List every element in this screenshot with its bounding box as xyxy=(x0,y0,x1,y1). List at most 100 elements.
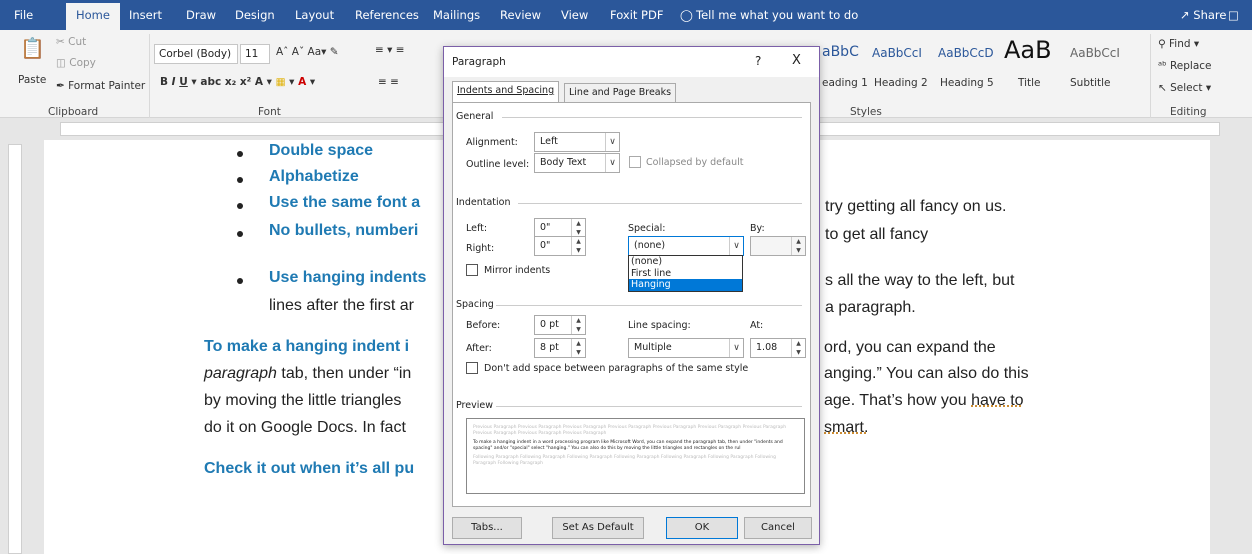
tab-indents-and-spacing[interactable]: Indents and Spacing xyxy=(452,81,560,103)
tabs-button[interactable]: Tabs... xyxy=(452,517,522,539)
tab-review[interactable]: Review xyxy=(500,0,541,30)
comments-icon[interactable]: □ xyxy=(1228,0,1239,30)
text-run: by moving the little triangles xyxy=(204,392,402,409)
grow-font-button[interactable]: Aˆ Aˇ Aa▾ ✎ xyxy=(276,46,339,58)
left-indent-input[interactable]: 0" ▲ ▼ xyxy=(534,218,586,238)
select-button[interactable]: ↖ Select ▾ xyxy=(1158,82,1211,94)
tab-insert[interactable]: Insert xyxy=(129,0,162,30)
spinner-icon[interactable]: ▲ ▼ xyxy=(571,339,585,357)
dialog-title: Paragraph xyxy=(452,56,506,68)
cut-button[interactable]: ✂ Cut xyxy=(56,36,86,48)
ok-button[interactable]: OK xyxy=(666,517,738,539)
spinner-icon[interactable]: ▲ ▼ xyxy=(571,316,585,334)
text-run: a paragraph. xyxy=(825,299,916,316)
paragraph-dialog: Paragraph ? X Indents and Spacing Line a… xyxy=(443,46,820,545)
format-painter-button[interactable]: ✒ Format Painter xyxy=(56,80,145,92)
preview-pane: Previous Paragraph Previous Paragraph Pr… xyxy=(466,418,805,494)
tab-design[interactable]: Design xyxy=(235,0,275,30)
text-run: to get all fancy xyxy=(825,226,929,243)
set-as-default-button[interactable]: Set As Default xyxy=(552,517,644,539)
dialog-titlebar: Paragraph ? X xyxy=(444,47,819,77)
text-run: lines after the first ar xyxy=(269,297,414,314)
brush-icon: ✒ xyxy=(56,80,69,92)
divider xyxy=(496,305,802,306)
outline-level-select[interactable]: Body Text ∨ xyxy=(534,153,620,173)
paste-icon[interactable]: 📋 xyxy=(20,36,45,60)
scissors-icon: ✂ xyxy=(56,36,69,48)
spinner-icon[interactable]: ▲ ▼ xyxy=(791,339,805,357)
style-heading5-sample[interactable]: AaBbCcD xyxy=(938,46,994,60)
alignment-select[interactable]: Left ∨ xyxy=(534,132,620,152)
line-spacing-select[interactable]: Multiple ∨ xyxy=(628,338,744,358)
divider xyxy=(1150,34,1151,118)
copy-icon: ◫ xyxy=(56,57,70,69)
after-input[interactable]: 8 pt ▲ ▼ xyxy=(534,338,586,358)
dropdown-option-none[interactable]: (none) xyxy=(629,256,742,268)
tell-me-box[interactable]: Tell me what you want to do xyxy=(696,0,858,30)
style-heading2-sample[interactable]: AaBbCcI xyxy=(872,46,922,60)
dropdown-option-hanging[interactable]: Hanging xyxy=(629,279,742,291)
bullet-item: Alphabetize xyxy=(269,168,359,185)
style-heading1-sample[interactable]: aBbC xyxy=(822,44,859,60)
style-heading1-name: eading 1 xyxy=(822,77,868,89)
cancel-button[interactable]: Cancel xyxy=(744,517,812,539)
tab-file[interactable]: File xyxy=(14,0,33,30)
tab-mailings[interactable]: Mailings xyxy=(433,0,480,30)
ribbon-tab-bar: File Home Insert Draw Design Layout Refe… xyxy=(0,0,1252,30)
bullets-button[interactable]: ≡ ▾ ≡ xyxy=(375,44,405,56)
right-indent-label: Right: xyxy=(466,243,495,254)
text-run: ord, you can expand the xyxy=(824,339,996,356)
before-label: Before: xyxy=(466,320,501,331)
collapsed-label: Collapsed by default xyxy=(646,157,744,168)
text-run: s all the way to the left, but xyxy=(825,272,1015,289)
outline-level-label: Outline level: xyxy=(466,159,530,170)
dont-add-space-checkbox[interactable] xyxy=(466,362,478,374)
special-label: Special: xyxy=(628,223,666,234)
bullet-item: Use hanging indents xyxy=(269,269,427,286)
collapsed-checkbox[interactable] xyxy=(629,156,641,168)
style-title-sample[interactable]: AaB xyxy=(1004,36,1052,64)
tab-home[interactable]: Home xyxy=(66,3,120,30)
replace-button[interactable]: ᵃᵇ Replace xyxy=(1158,60,1212,72)
tab-references[interactable]: References xyxy=(355,0,419,30)
spinner-icon[interactable]: ▲ ▼ xyxy=(571,219,585,237)
close-icon[interactable]: X xyxy=(792,53,801,68)
spinner-icon[interactable]: ▲ ▼ xyxy=(571,237,585,255)
mirror-indents-checkbox[interactable] xyxy=(466,264,478,276)
align-left-button[interactable]: ≡ ≡ xyxy=(378,76,399,88)
font-format-buttons[interactable]: B I U ▾ abc x₂ x² A ▾ ▦ ▾ A ▾ xyxy=(160,76,315,88)
alignment-label: Alignment: xyxy=(466,137,518,148)
chevron-down-icon: ∨ xyxy=(605,133,619,151)
cursor-icon: ↖ xyxy=(1158,82,1171,94)
right-indent-input[interactable]: 0" ▲ ▼ xyxy=(534,236,586,256)
spinner-icon[interactable]: ▲ ▼ xyxy=(791,237,805,255)
help-button[interactable]: ? xyxy=(755,54,761,68)
font-size-select[interactable]: 11 xyxy=(240,44,270,64)
style-subtitle-sample[interactable]: AaBbCcI xyxy=(1070,46,1120,60)
tab-view[interactable]: View xyxy=(561,0,588,30)
left-indent-label: Left: xyxy=(466,223,488,234)
paste-button[interactable]: Paste xyxy=(18,74,46,86)
vertical-scrollbar[interactable] xyxy=(1236,118,1252,554)
before-input[interactable]: 0 pt ▲ ▼ xyxy=(534,315,586,335)
special-select[interactable]: (none) ∨ xyxy=(628,236,744,256)
font-name-select[interactable]: Corbel (Body) xyxy=(154,44,238,64)
tab-draw[interactable]: Draw xyxy=(186,0,216,30)
dropdown-option-first-line[interactable]: First line xyxy=(629,268,742,280)
at-input[interactable]: 1.08 ▲ ▼ xyxy=(750,338,806,358)
text-run: anging.” You can also do this xyxy=(824,365,1029,382)
bullet-item: Use the same font a xyxy=(269,194,421,211)
tab-foxit-pdf[interactable]: Foxit PDF xyxy=(610,0,663,30)
line-spacing-label: Line spacing: xyxy=(628,320,691,331)
by-input[interactable]: ▲ ▼ xyxy=(750,236,806,256)
bullet-item: No bullets, numberi xyxy=(269,222,419,239)
chevron-down-icon: ∨ xyxy=(729,237,743,255)
bullet-item: Double space xyxy=(269,142,374,159)
style-heading2-name: Heading 2 xyxy=(874,77,928,89)
find-button[interactable]: ⚲ Find ▾ xyxy=(1158,38,1199,50)
tab-line-and-page-breaks[interactable]: Line and Page Breaks xyxy=(564,83,677,102)
copy-button[interactable]: ◫ Copy xyxy=(56,57,96,69)
share-button[interactable]: ↗ Share xyxy=(1180,0,1226,30)
tab-layout[interactable]: Layout xyxy=(295,0,334,30)
by-label: By: xyxy=(750,223,765,234)
